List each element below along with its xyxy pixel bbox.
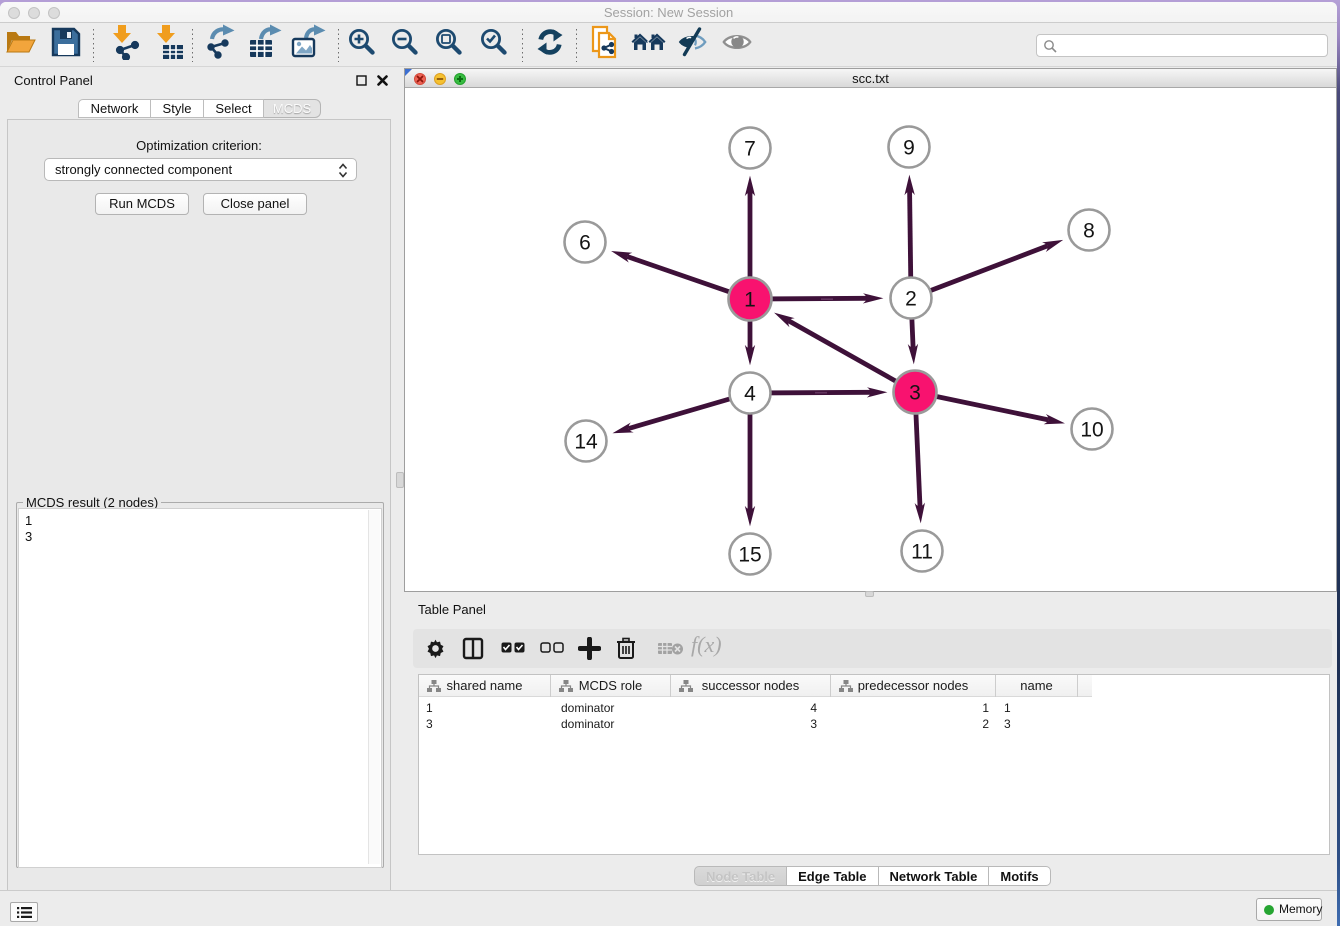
- svg-text:3: 3: [909, 382, 921, 405]
- svg-text:1: 1: [744, 289, 756, 312]
- svg-text:11: 11: [911, 541, 933, 564]
- svg-text:10: 10: [1080, 419, 1103, 442]
- svg-text:9: 9: [903, 137, 915, 160]
- svg-text:7: 7: [744, 138, 756, 161]
- svg-text:8: 8: [1083, 220, 1095, 243]
- svg-text:6: 6: [579, 232, 591, 255]
- svg-text:14: 14: [574, 431, 598, 454]
- svg-text:2: 2: [905, 288, 917, 311]
- svg-text:4: 4: [744, 383, 756, 406]
- svg-text:15: 15: [738, 544, 761, 567]
